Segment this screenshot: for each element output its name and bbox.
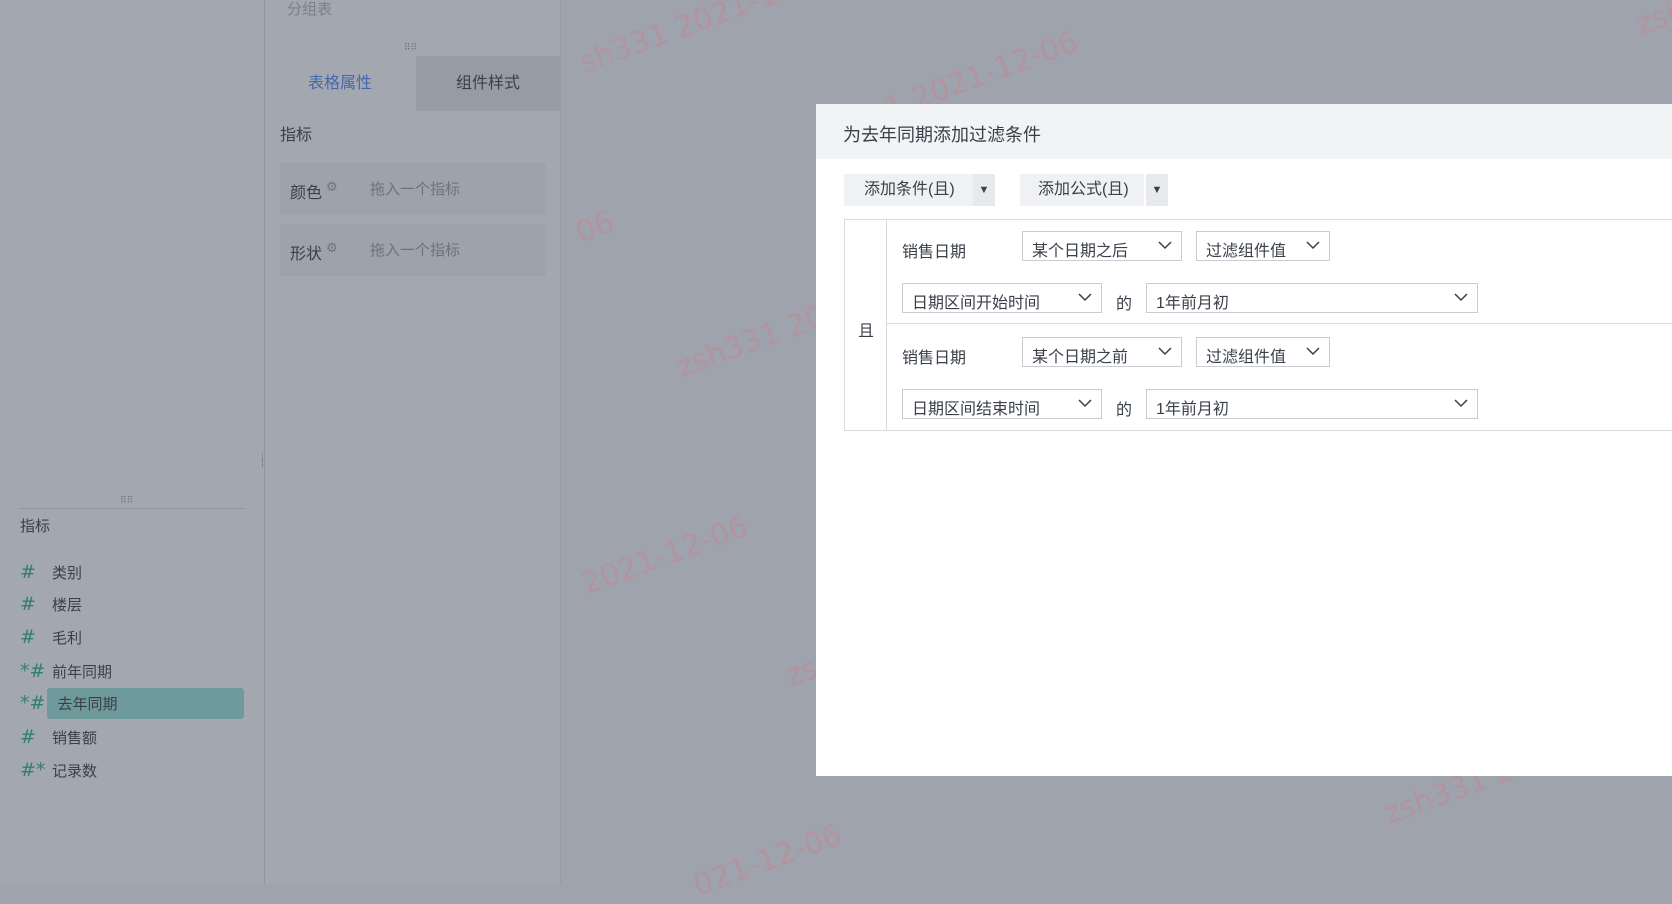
condition-field: 销售日期: [902, 350, 967, 367]
resize-grip-horizontal[interactable]: ⠿⠿: [404, 42, 417, 53]
metric-item-record-count[interactable]: #* 记录数: [20, 756, 244, 784]
operator-select[interactable]: 某个日期之前: [1022, 337, 1182, 367]
metrics-header: 指标: [20, 518, 51, 535]
panel-divider: [20, 508, 244, 509]
number-field-icon: #: [20, 726, 36, 748]
chevron-down-icon: [1306, 241, 1320, 250]
logic-column: 且: [844, 219, 887, 431]
count-field-icon: #*: [20, 759, 46, 781]
resize-grip-vertical[interactable]: ⁞ ⁞: [261, 454, 264, 470]
gear-icon[interactable]: ⚙: [326, 240, 338, 256]
select-value: 日期区间结束时间: [912, 401, 1041, 418]
chevron-down-icon: [1454, 399, 1468, 408]
select-value: 某个日期之后: [1032, 243, 1129, 260]
metric-label: 楼层: [52, 596, 83, 614]
watermark: 021-12-06: [688, 817, 847, 904]
select-value: 过滤组件值: [1206, 349, 1287, 366]
watermark: 06: [571, 204, 620, 251]
of-label: 的: [1116, 402, 1133, 419]
tab-component-style[interactable]: 组件样式: [416, 56, 560, 111]
gear-icon[interactable]: ⚙: [326, 179, 338, 195]
chevron-down-icon: [1158, 241, 1172, 250]
metric-label: 记录数: [52, 762, 98, 780]
number-field-icon: #: [20, 561, 36, 583]
metric-item-gross-profit[interactable]: # 毛利: [20, 623, 244, 651]
watermark: zsh: [1631, 0, 1672, 43]
fields-panel: ⠿⠿ 指标 # 类别 # 楼层 # 毛利 *# 前年同期 *# 去年同期 # 销…: [0, 0, 265, 884]
metric-label: 毛利: [52, 629, 83, 647]
chevron-down-icon: [1454, 293, 1468, 302]
drop-zone-label: 形状: [290, 246, 323, 263]
condition-divider: [887, 323, 1672, 324]
chevron-down-icon: [1078, 399, 1092, 408]
offset-select[interactable]: 1年前月初: [1146, 389, 1478, 419]
add-condition-dropdown-icon[interactable]: ▼: [973, 174, 995, 206]
tab-table-properties[interactable]: 表格属性: [265, 56, 415, 111]
shape-drop-zone[interactable]: 形状 ⚙ 拖入一个指标: [280, 224, 546, 276]
chart-type-label: 分组表: [287, 1, 333, 18]
metric-item-floor[interactable]: # 楼层: [20, 590, 244, 618]
section-title: 指标: [280, 127, 313, 144]
add-formula-button[interactable]: 添加公式(且): [1020, 174, 1144, 206]
metric-item-two-years-ago[interactable]: *# 前年同期: [20, 657, 244, 685]
metric-label: 前年同期: [52, 663, 113, 681]
chevron-down-icon: [1158, 347, 1172, 356]
value-type-select[interactable]: 过滤组件值: [1196, 337, 1330, 367]
watermark: 2021-12-06: [577, 509, 754, 602]
filter-dialog: 为去年同期添加过滤条件 添加条件(且) ▼ 添加公式(且) ▼ 且 销售日期 某…: [816, 104, 1672, 776]
metric-item-category[interactable]: # 类别: [20, 558, 244, 586]
metric-item-sales[interactable]: # 销售额: [20, 723, 244, 751]
metric-item-last-year[interactable]: *# 去年同期: [20, 687, 244, 719]
metric-label: 去年同期: [47, 687, 244, 719]
drop-zone-label: 颜色: [290, 185, 323, 202]
dialog-header: 为去年同期添加过滤条件: [816, 104, 1672, 159]
offset-select[interactable]: 1年前月初: [1146, 283, 1478, 313]
property-tabs: 表格属性 组件样式: [265, 56, 560, 111]
chevron-down-icon: [1306, 347, 1320, 356]
drop-zone-placeholder: 拖入一个指标: [370, 181, 461, 198]
calculated-field-icon: *#: [20, 692, 46, 714]
drop-zone-placeholder: 拖入一个指标: [370, 242, 461, 259]
select-value: 某个日期之前: [1032, 349, 1129, 366]
watermark: sh331 2021-12: [574, 0, 800, 81]
dialog-title: 为去年同期添加过滤条件: [843, 125, 1041, 145]
select-value: 过滤组件值: [1206, 243, 1287, 260]
range-point-select[interactable]: 日期区间开始时间: [902, 283, 1102, 313]
and-logic-label[interactable]: 且: [858, 317, 874, 341]
select-value: 1年前月初: [1156, 295, 1229, 312]
select-value: 日期区间开始时间: [912, 295, 1041, 312]
value-type-select[interactable]: 过滤组件值: [1196, 231, 1330, 261]
calculated-field-icon: *#: [20, 660, 46, 682]
operator-select[interactable]: 某个日期之后: [1022, 231, 1182, 261]
number-field-icon: #: [20, 626, 36, 648]
metric-label: 类别: [52, 564, 83, 582]
add-condition-button[interactable]: 添加条件(且): [844, 174, 990, 206]
select-value: 1年前月初: [1156, 401, 1229, 418]
of-label: 的: [1116, 296, 1133, 313]
add-formula-dropdown-icon[interactable]: ▼: [1146, 174, 1168, 206]
metric-label: 销售额: [52, 729, 98, 747]
color-drop-zone[interactable]: 颜色 ⚙ 拖入一个指标: [280, 163, 546, 215]
range-point-select[interactable]: 日期区间结束时间: [902, 389, 1102, 419]
chevron-down-icon: [1078, 293, 1092, 302]
number-field-icon: #: [20, 593, 36, 615]
resize-grip-horizontal[interactable]: ⠿⠿: [120, 495, 133, 506]
condition-field: 销售日期: [902, 244, 967, 261]
